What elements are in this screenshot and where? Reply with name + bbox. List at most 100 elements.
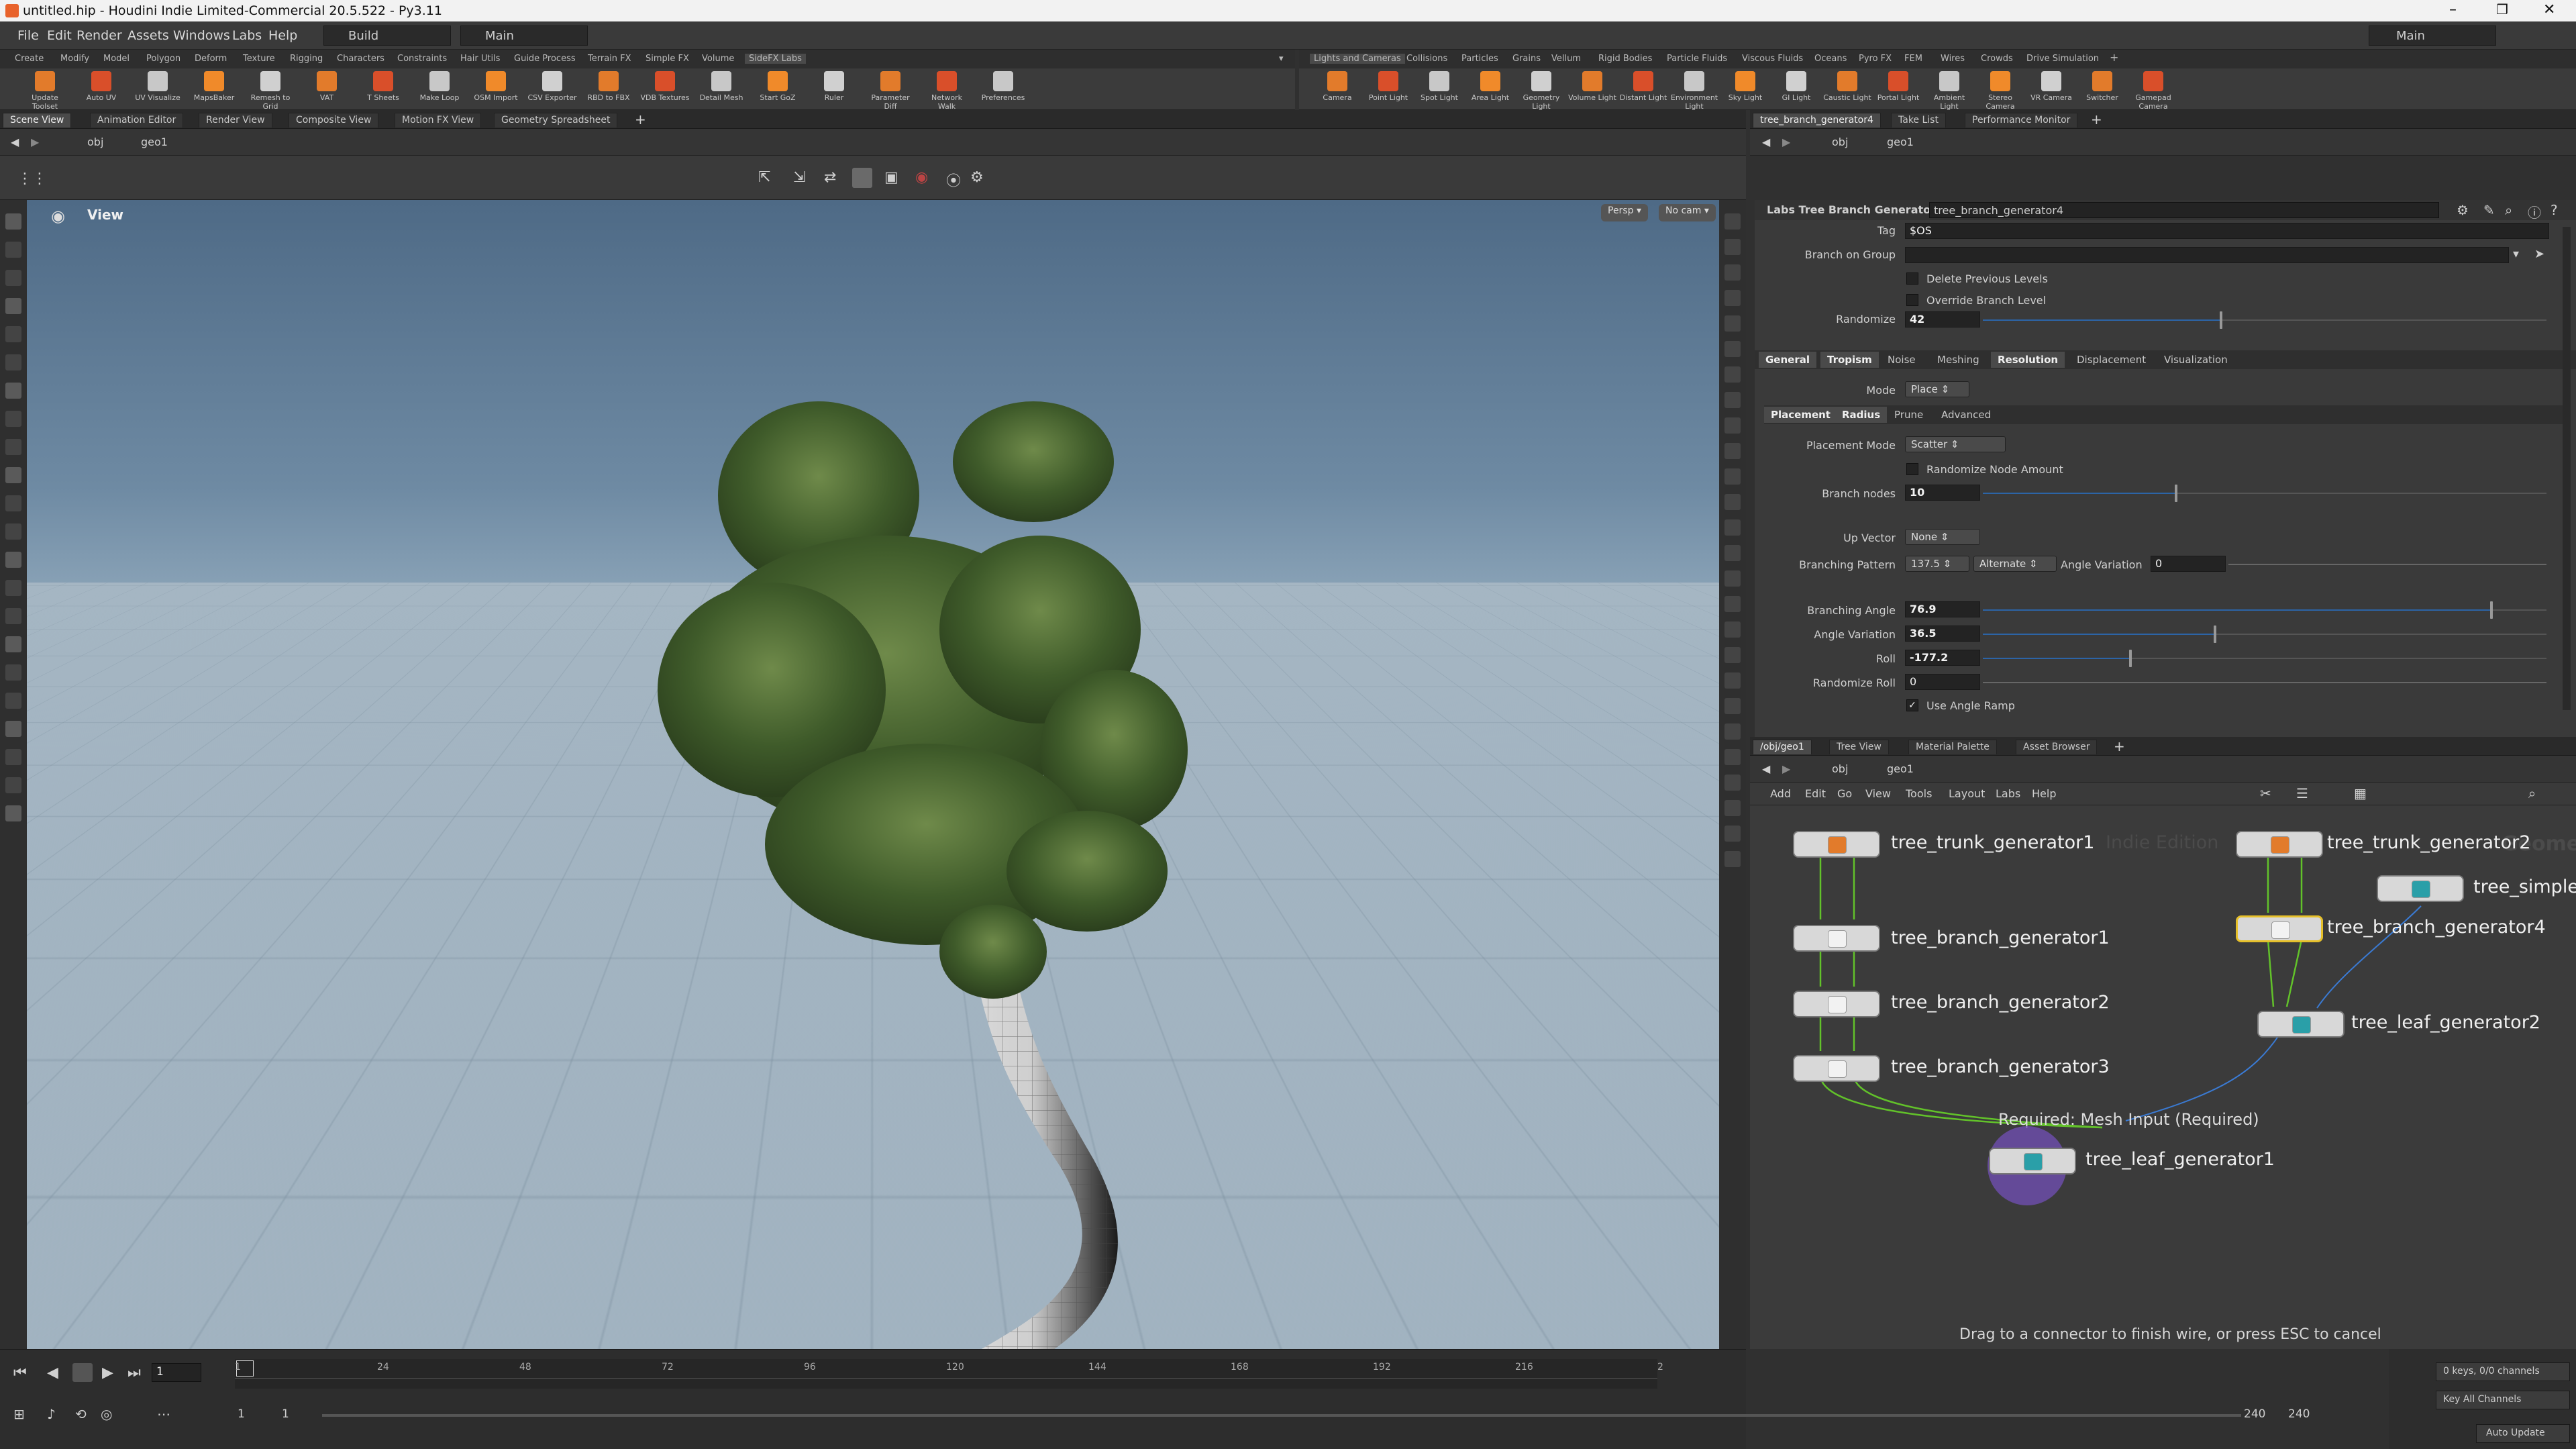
angle-variation-inline-field[interactable]: 0: [2151, 556, 2226, 572]
display-option-icon[interactable]: [1724, 519, 1741, 536]
display-option-icon[interactable]: [1724, 800, 1741, 816]
display-option-icon[interactable]: [1724, 851, 1741, 867]
display-option-icon[interactable]: [1724, 672, 1741, 689]
gear-icon[interactable]: ⚙: [2457, 202, 2469, 218]
shelf-tab-model[interactable]: Model: [103, 54, 130, 64]
keys-channels-menu[interactable]: 0 keys, 0/0 channels: [2436, 1362, 2570, 1381]
shelf-tool-geometry-light[interactable]: Geometry Light: [1516, 71, 1566, 111]
range-start[interactable]: 1: [238, 1407, 245, 1421]
jump-end-icon[interactable]: ⏭: [127, 1364, 141, 1381]
search-icon[interactable]: ⌕: [2505, 202, 2512, 218]
range-end[interactable]: 240: [2244, 1407, 2265, 1421]
shelf-tab-constraints[interactable]: Constraints: [397, 54, 447, 64]
forward-arrow-icon[interactable]: ▶: [1782, 136, 1790, 148]
mode-menu[interactable]: Place ⇕: [1905, 381, 1969, 397]
menu-windows[interactable]: Windows: [173, 28, 230, 43]
path-obj[interactable]: obj: [87, 136, 103, 148]
tab-tree-branch-generator4[interactable]: tree_branch_generator4: [1753, 113, 1881, 128]
tab-scene-view[interactable]: Scene View: [3, 113, 72, 128]
slider-handle[interactable]: [2214, 626, 2217, 643]
network-menu-view[interactable]: View: [1865, 787, 1891, 800]
viewport-tool-icon[interactable]: [5, 326, 21, 342]
grid-menu-icon[interactable]: ⋮⋮: [17, 170, 47, 187]
display-option-icon[interactable]: [1724, 468, 1741, 485]
shelf-tool-volume-light[interactable]: Volume Light: [1567, 71, 1617, 102]
tab-tropism[interactable]: Tropism: [1820, 352, 1879, 368]
network-menu-labs[interactable]: Labs: [1996, 787, 2020, 800]
back-arrow-icon[interactable]: ◀: [1762, 136, 1770, 148]
randomize-node-amount-checkbox[interactable]: [1906, 463, 1918, 475]
shelf-tab-pyro-fx[interactable]: Pyro FX: [1859, 54, 1892, 64]
shelf-tool-uv-visualize[interactable]: UV Visualize: [133, 71, 183, 102]
viewport-tool-icon[interactable]: [5, 467, 21, 483]
node-tree-trunk-generator1[interactable]: [1793, 831, 1880, 858]
shelf-tool-camera[interactable]: Camera: [1312, 71, 1362, 102]
shelf-tab-modify[interactable]: Modify: [60, 54, 89, 64]
shelf-tool-gi-light[interactable]: GI Light: [1771, 71, 1821, 102]
viewport-tool-icon[interactable]: [5, 580, 21, 596]
record-icon[interactable]: ◉: [915, 169, 928, 186]
display-option-icon[interactable]: [1724, 749, 1741, 765]
settings-icon[interactable]: ⚙: [970, 169, 984, 186]
randomize-roll-field[interactable]: 0: [1905, 674, 1980, 690]
close-icon[interactable]: ✕: [2543, 1, 2555, 18]
shelf-tab-guide-process[interactable]: Guide Process: [514, 54, 576, 64]
viewport-tool-icon[interactable]: [5, 721, 21, 737]
shelf-tool-csv-exporter[interactable]: CSV Exporter: [527, 71, 577, 102]
range-start-2[interactable]: 1: [282, 1407, 289, 1421]
node-tree-branch-generator4[interactable]: [2236, 915, 2323, 942]
tag-field[interactable]: $OS: [1905, 223, 2549, 239]
display-option-icon[interactable]: [1724, 341, 1741, 357]
range-bar[interactable]: [322, 1414, 2241, 1417]
shelf-tab-particles[interactable]: Particles: [1461, 54, 1498, 64]
shelf-tool-sky-light[interactable]: Sky Light: [1720, 71, 1770, 102]
menu-help[interactable]: Help: [268, 28, 297, 43]
shelf-tool-detail-mesh[interactable]: Detail Mesh: [697, 71, 746, 102]
tab-advanced[interactable]: Advanced: [1935, 407, 1998, 423]
display-option-icon[interactable]: [1724, 213, 1741, 230]
right-desktop-select[interactable]: Main: [2369, 26, 2496, 46]
shelf-tab-volume[interactable]: Volume: [702, 54, 734, 64]
shelf-tool-osm-import[interactable]: OSM Import: [471, 71, 521, 102]
tab-composite-view[interactable]: Composite View: [289, 113, 379, 128]
angle-variation-field[interactable]: 36.5: [1905, 626, 1980, 642]
shelf-tab-texture[interactable]: Texture: [243, 54, 275, 64]
roll-field[interactable]: -177.2: [1905, 650, 1980, 666]
branching-pattern-menu[interactable]: 137.5 ⇕: [1905, 556, 1969, 572]
display-option-icon[interactable]: [1724, 417, 1741, 434]
select-mode-icon[interactable]: ⇱: [758, 169, 770, 186]
persp-menu-button[interactable]: Persp ▾: [1601, 204, 1648, 221]
shelf-tool-ruler[interactable]: Ruler: [809, 71, 859, 102]
network-menu-go[interactable]: Go: [1837, 787, 1852, 800]
viewport-tool-icon[interactable]: [5, 383, 21, 399]
path-geo1[interactable]: geo1: [141, 136, 168, 148]
tab-obj-geo1[interactable]: /obj/geo1: [1753, 740, 1812, 754]
viewport-tool-icon[interactable]: [5, 777, 21, 793]
display-option-icon[interactable]: [1724, 494, 1741, 510]
shelf-tool-auto-uv[interactable]: Auto UV: [76, 71, 126, 102]
node-name-field[interactable]: tree_branch_generator4: [1929, 202, 2439, 218]
info-icon[interactable]: ?: [2551, 202, 2558, 218]
viewport-tool-icon[interactable]: [5, 495, 21, 511]
shelf-tab-rigging[interactable]: Rigging: [290, 54, 323, 64]
shelf-tab-lights-and-cameras[interactable]: Lights and Cameras: [1310, 54, 1405, 64]
shelf-tool-remesh-to-grid[interactable]: Remesh to Grid: [246, 71, 295, 111]
shelf-tool-vat[interactable]: VAT: [302, 71, 352, 102]
network-menu-layout[interactable]: Layout: [1949, 787, 1985, 800]
add-pane-tab-icon[interactable]: +: [635, 111, 646, 128]
viewport-tool-icon[interactable]: [5, 749, 21, 765]
display-option-icon[interactable]: [1724, 570, 1741, 587]
play-back-icon[interactable]: ◀: [47, 1364, 58, 1381]
tab-meshing[interactable]: Meshing: [1930, 352, 1986, 368]
shelf-tab-particle-fluids[interactable]: Particle Fluids: [1667, 54, 1727, 64]
wrench-icon[interactable]: ✂: [2260, 785, 2271, 801]
shelf-tool-parameter-diff[interactable]: Parameter Diff: [866, 71, 915, 111]
tab-visualization[interactable]: Visualization: [2157, 352, 2234, 368]
param-scrollbar[interactable]: [2563, 227, 2571, 710]
network-menu-help[interactable]: Help: [2032, 787, 2056, 800]
wrench-icon[interactable]: ✎: [2483, 202, 2495, 218]
path-geo1[interactable]: geo1: [1887, 762, 1914, 775]
camera-icon[interactable]: ⦿: [946, 169, 961, 191]
display-icon[interactable]: ▣: [884, 169, 898, 186]
branching-angle-field[interactable]: 76.9: [1905, 601, 1980, 617]
